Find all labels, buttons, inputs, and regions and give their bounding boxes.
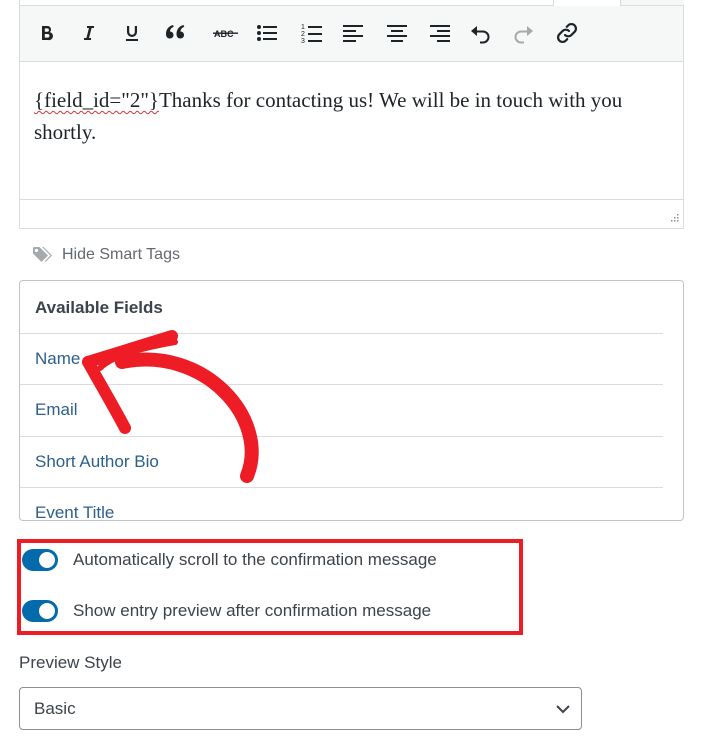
svg-text:2: 2 [301,31,305,38]
align-left-button[interactable] [338,15,368,51]
editor-statusbar [20,199,683,228]
field-item-email[interactable]: Email [20,384,663,435]
bulleted-list-button[interactable] [252,15,282,51]
list-item: Name [35,349,81,368]
strikethrough-icon: ABC [213,29,238,39]
auto-scroll-toggle[interactable] [22,549,58,571]
preview-style-value: Basic [34,699,76,718]
align-center-button[interactable] [382,15,412,51]
entry-preview-toggle[interactable] [22,600,58,622]
redo-button[interactable] [509,15,539,51]
editor-toolbar: ABC 123 [20,6,683,62]
editor-content[interactable]: {field_id="2"}Thanks for contacting us! … [34,84,674,148]
link-button[interactable] [552,15,582,51]
auto-scroll-toggle-row: Automatically scroll to the confirmation… [22,547,437,573]
entry-preview-toggle-row: Show entry preview after confirmation me… [22,598,431,624]
preview-style-select[interactable]: Basic [19,687,582,730]
entry-preview-label: Show entry preview after confirmation me… [73,601,432,620]
numbered-list-button[interactable]: 123 [297,15,327,51]
list-item: Event Title [35,503,115,521]
undo-icon [471,26,490,44]
available-fields-title: Available Fields [35,298,163,317]
svg-text:3: 3 [301,38,305,44]
align-right-button[interactable] [425,15,455,51]
bullet-list-icon [257,25,277,41]
field-id-tag: {field_id="2"} [34,88,159,112]
field-item-event-title[interactable]: Event Title [20,487,663,521]
bold-button[interactable] [32,15,62,51]
list-item: Short Author Bio [35,452,159,471]
svg-text:ABC: ABC [214,29,234,39]
auto-scroll-label: Automatically scroll to the confirmation… [73,550,437,569]
field-item-short-author-bio[interactable]: Short Author Bio [20,436,663,487]
align-center-icon [387,25,407,42]
undo-button[interactable] [465,15,495,51]
align-right-icon [430,25,450,42]
italic-icon [84,26,94,40]
available-fields-panel: Available Fields Name Email Short Author… [19,280,684,521]
strikethrough-button[interactable]: ABC [208,15,244,51]
resize-handle-icon[interactable] [668,213,679,224]
message-editor: ABC 123 {field_id="2"}Thanks for contact… [19,0,684,229]
italic-button[interactable] [74,15,104,51]
preview-style-label: Preview Style [19,653,122,672]
blockquote-button[interactable] [161,15,191,51]
redo-icon [514,26,533,44]
hide-smart-tags-link[interactable]: Hide Smart Tags [32,244,180,266]
quote-icon [166,25,185,39]
svg-text:1: 1 [301,24,305,31]
link-icon [556,22,578,44]
chevron-down-icon [556,705,570,714]
align-left-icon [343,25,363,42]
bold-icon [42,26,53,41]
field-item-name[interactable]: Name [20,333,663,384]
tags-icon [33,247,52,262]
underline-icon [126,26,138,41]
list-item: Email [35,400,78,419]
underline-button[interactable] [117,15,147,51]
numbered-list-icon: 123 [301,24,322,44]
hide-smart-tags-label: Hide Smart Tags [62,246,180,263]
